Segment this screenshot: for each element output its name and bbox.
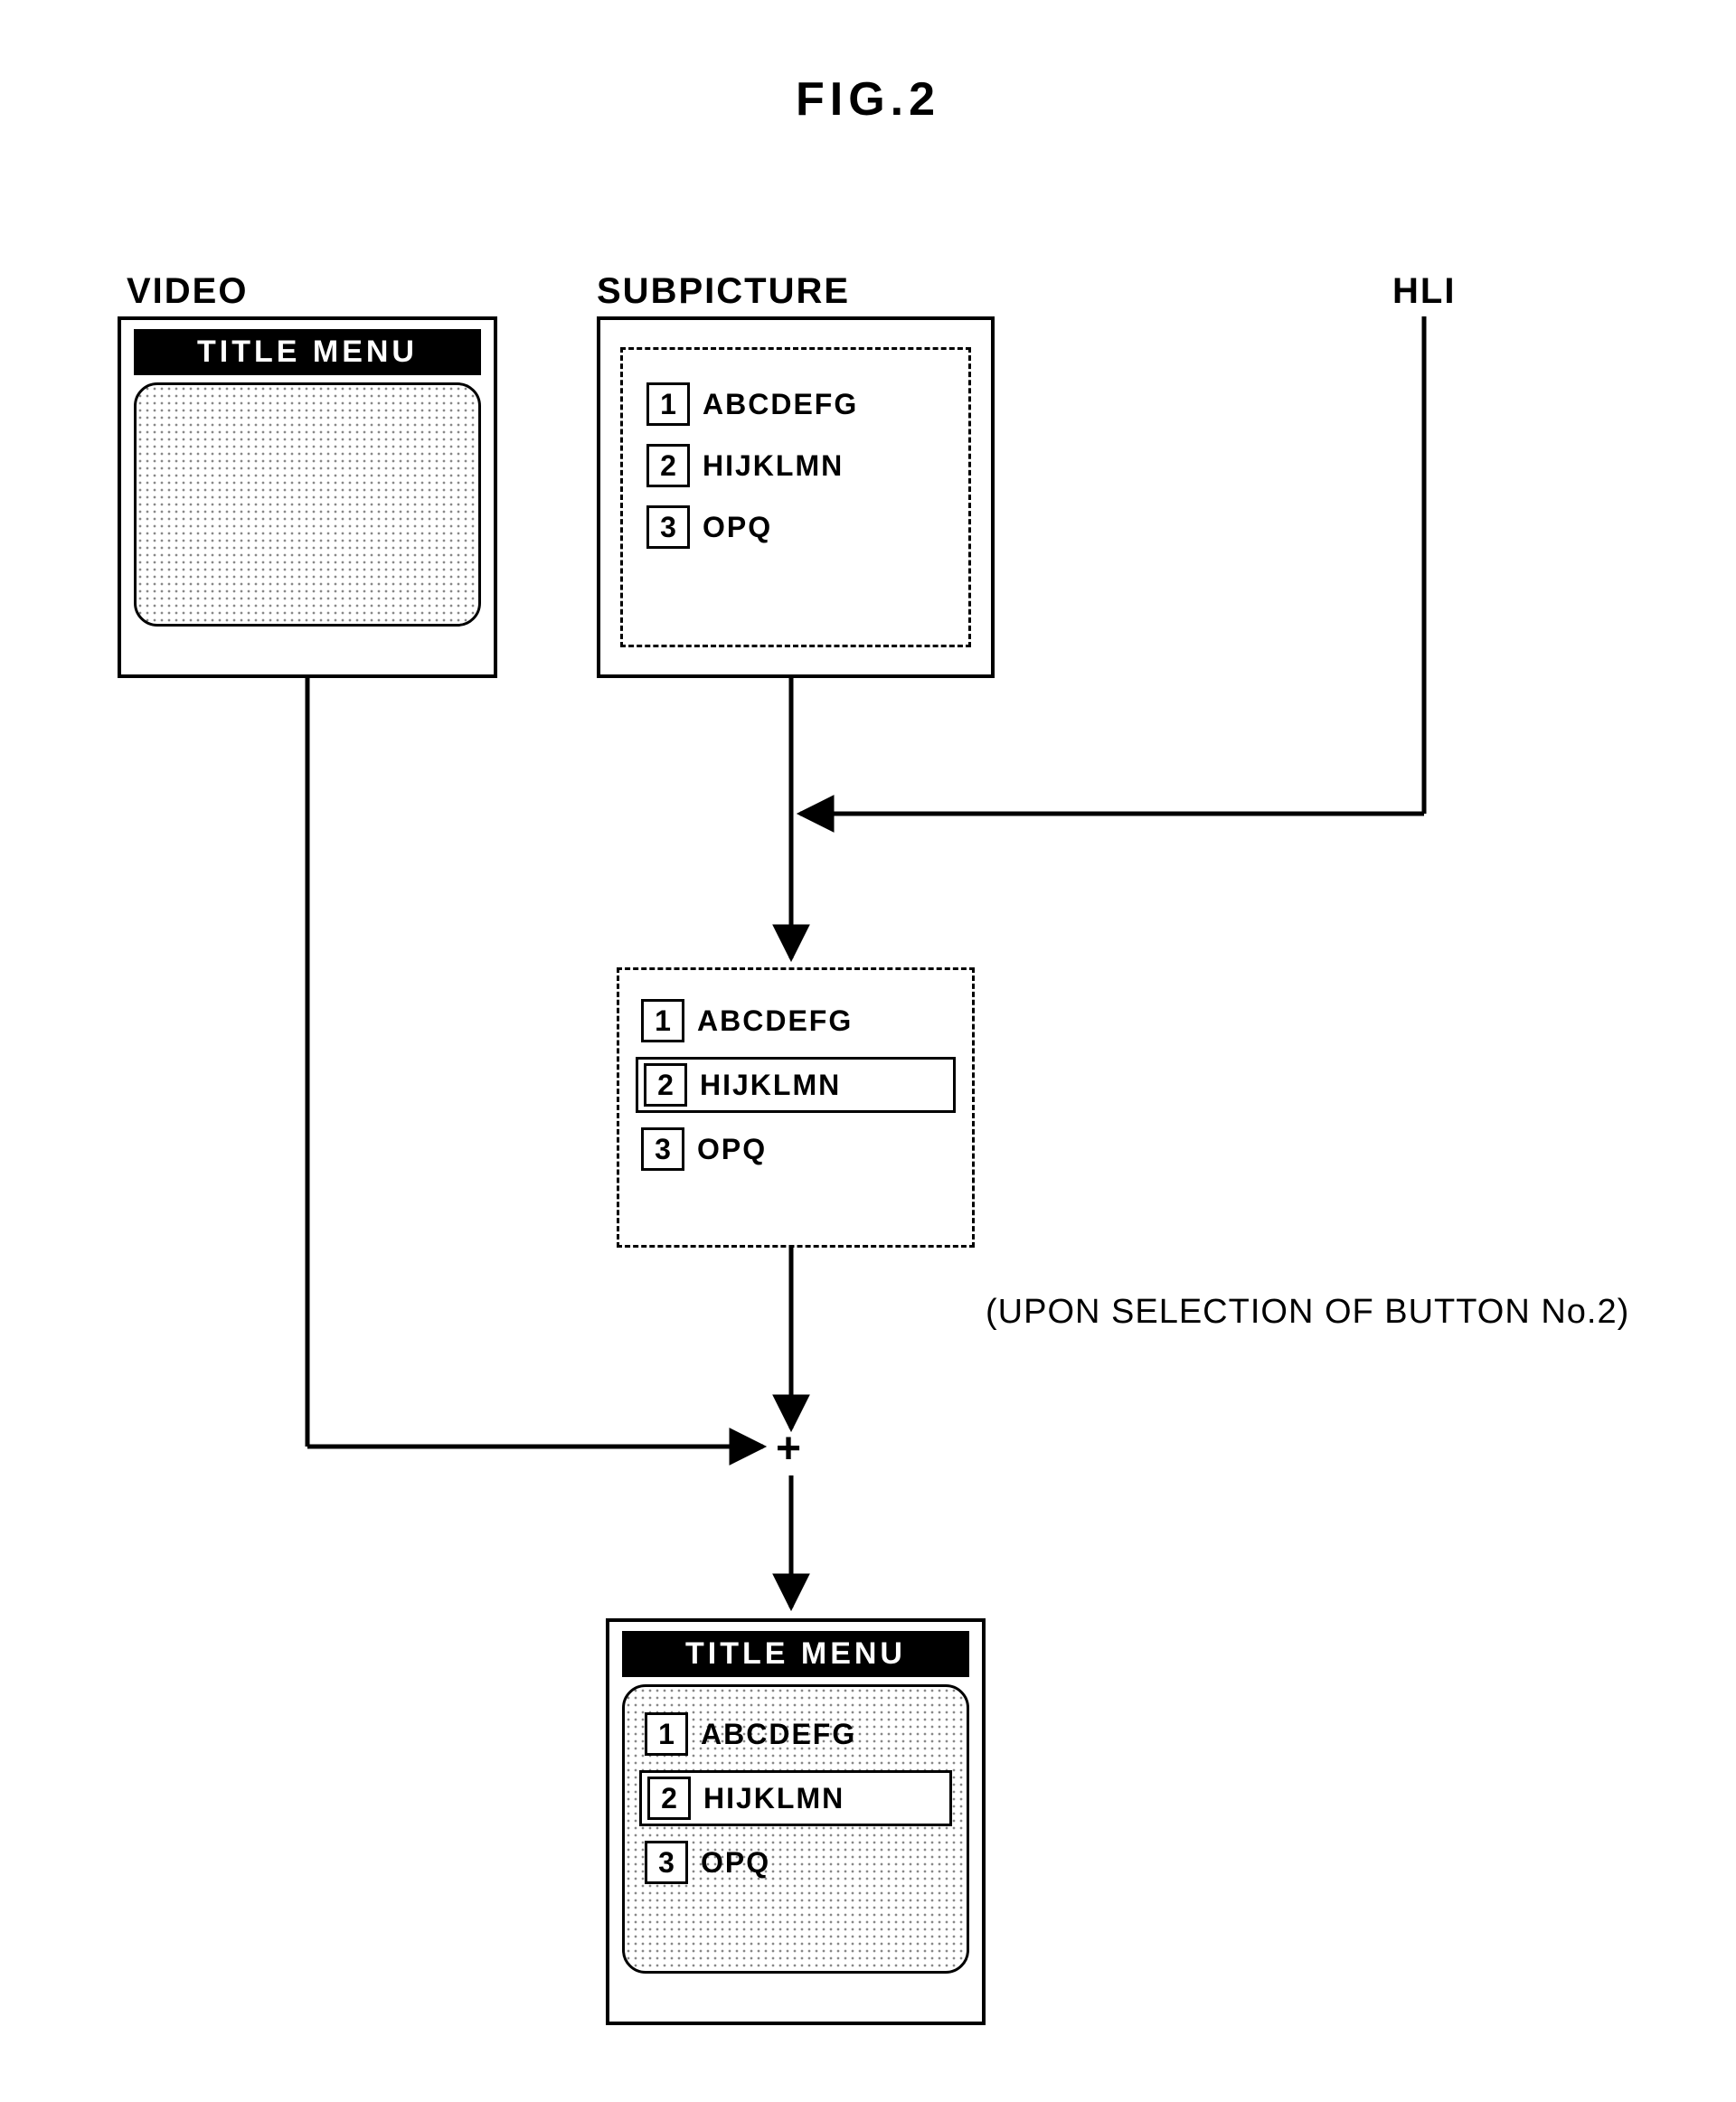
- result-box: TITLE MENU 1 ABCDEFG 2 HIJKLMN 3 OPQ: [606, 1618, 986, 2025]
- menu-item-number: 2: [647, 1777, 691, 1820]
- subpicture-label: SUBPICTURE: [597, 271, 850, 312]
- subpicture-inner: 1 ABCDEFG 2 HIJKLMN 3 OPQ: [620, 347, 971, 647]
- video-box: TITLE MENU: [118, 316, 497, 678]
- menu-item-number: 2: [644, 1063, 687, 1107]
- menu-item-selected: 2 HIJKLMN: [636, 1057, 956, 1113]
- plus-merge-icon: +: [776, 1424, 801, 1474]
- menu-item-text: OPQ: [703, 511, 772, 544]
- menu-item-selected: 2 HIJKLMN: [639, 1770, 952, 1826]
- result-content: 1 ABCDEFG 2 HIJKLMN 3 OPQ: [622, 1684, 969, 1974]
- menu-item: 3 OPQ: [636, 1124, 956, 1174]
- menu-item-text: HIJKLMN: [703, 1782, 844, 1815]
- selection-note: (UPON SELECTION OF BUTTON No.2): [986, 1293, 1629, 1332]
- menu-item: 3 OPQ: [639, 1837, 952, 1888]
- menu-item-number: 2: [646, 444, 690, 487]
- menu-item-text: OPQ: [697, 1133, 767, 1166]
- menu-item-text: HIJKLMN: [703, 449, 844, 483]
- menu-item: 1 ABCDEFG: [636, 995, 956, 1046]
- menu-item-text: ABCDEFG: [703, 388, 858, 421]
- menu-item-text: HIJKLMN: [700, 1069, 841, 1102]
- title-menu-bar: TITLE MENU: [622, 1631, 969, 1677]
- menu-item: 3 OPQ: [641, 502, 950, 552]
- menu-item-number: 1: [641, 999, 684, 1042]
- hli-label: HLI: [1392, 271, 1456, 312]
- video-content-area: [134, 382, 481, 627]
- menu-item-number: 1: [646, 382, 690, 426]
- figure-title: FIG.2: [796, 72, 940, 127]
- menu-item: 1 ABCDEFG: [641, 379, 950, 429]
- menu-item-number: 1: [645, 1712, 688, 1756]
- menu-item-number: 3: [641, 1127, 684, 1171]
- menu-item-text: OPQ: [701, 1846, 770, 1880]
- menu-item-text: ABCDEFG: [701, 1718, 856, 1751]
- menu-item-text: ABCDEFG: [697, 1004, 853, 1038]
- menu-item: 2 HIJKLMN: [641, 440, 950, 491]
- video-label: VIDEO: [127, 271, 248, 312]
- subpicture-box: 1 ABCDEFG 2 HIJKLMN 3 OPQ: [597, 316, 995, 678]
- title-menu-bar: TITLE MENU: [134, 329, 481, 375]
- menu-item-number: 3: [645, 1841, 688, 1884]
- menu-item-number: 3: [646, 505, 690, 549]
- selected-subpicture: 1 ABCDEFG 2 HIJKLMN 3 OPQ: [617, 967, 975, 1248]
- menu-item: 1 ABCDEFG: [639, 1709, 952, 1759]
